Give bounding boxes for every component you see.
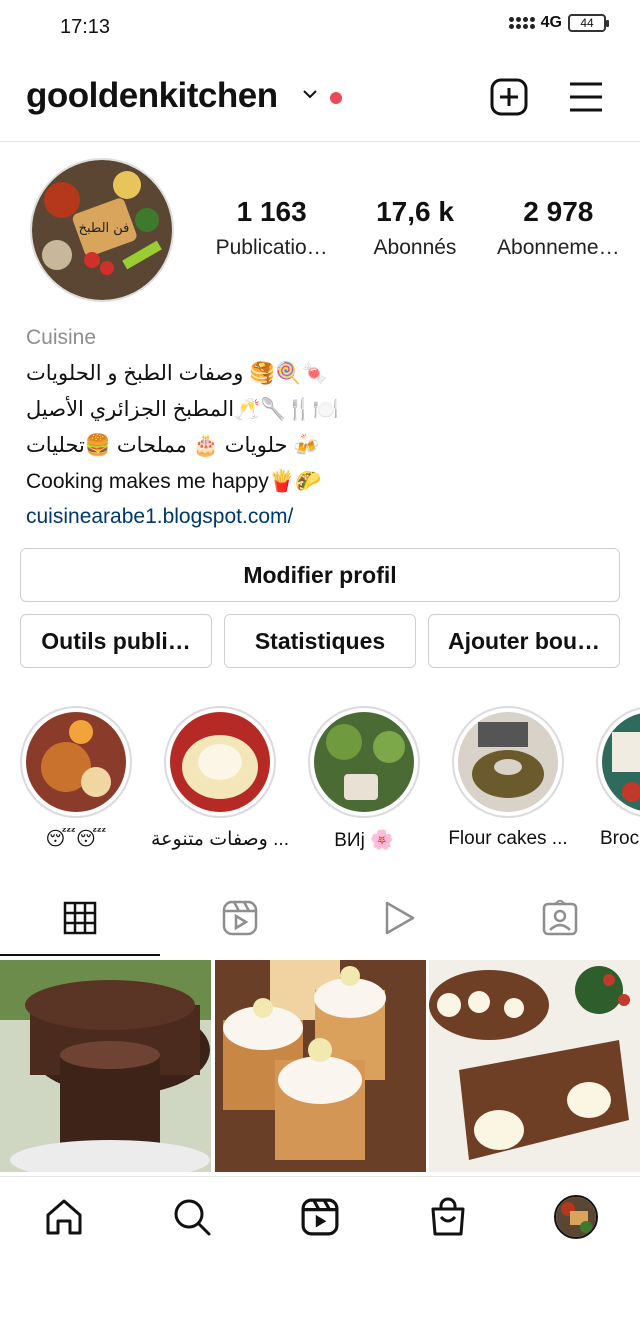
stat-label: Abonneme… <box>497 236 620 259</box>
highlight-item[interactable]: Flour cakes ... <box>448 706 568 850</box>
highlight-ring <box>452 706 564 818</box>
tab-tagged[interactable] <box>480 880 640 956</box>
bio-link[interactable]: cuisinearabe1.blogspot.com/ <box>26 500 626 534</box>
highlight-label: وصفات متنوعة ... <box>151 829 289 850</box>
highlight-ring <box>20 706 132 818</box>
stat-following[interactable]: 2 978 Abonneme… <box>487 196 630 260</box>
stat-value: 2 978 <box>523 196 594 227</box>
highlight-cover <box>314 712 414 812</box>
home-icon <box>46 1199 82 1235</box>
username[interactable]: gooldenkitchen <box>26 76 278 116</box>
status-time: 17:13 <box>60 16 111 38</box>
post-thumbnail[interactable] <box>429 960 640 1172</box>
highlight-item[interactable]: BИj 🌸 <box>308 706 420 852</box>
chevron-down-icon[interactable] <box>300 84 320 104</box>
highlight-item[interactable]: Broc <box>596 706 640 850</box>
network-label: 4G <box>540 14 562 31</box>
grid-icon <box>63 901 97 935</box>
post-image <box>429 960 640 1172</box>
nav-reels[interactable] <box>298 1195 342 1239</box>
bio-category: Cuisine <box>26 326 97 349</box>
bio-line: 🍽️🍴🥄🥂المطبخ الجزائري الأصيل <box>26 398 339 421</box>
post-grid <box>0 960 640 1172</box>
post-image <box>0 960 211 1172</box>
new-post-icon[interactable] <box>490 78 528 116</box>
stat-followers[interactable]: 17,6 k Abonnés <box>343 196 486 260</box>
nav-search[interactable] <box>170 1195 214 1239</box>
profile-stats: 1 163 Publicatio… 17,6 k Abonnés 2 978 A… <box>200 196 630 260</box>
search-icon <box>174 1199 211 1236</box>
profile-avatar <box>554 1195 598 1239</box>
profile-bio: Cuisine 🍬🍭🥞 وصفات الطبخ و الحلويات 🍽️🍴🥄🥂… <box>26 326 626 534</box>
tab-grid[interactable] <box>0 880 160 956</box>
reels-icon <box>222 900 258 936</box>
bio-line: 🍻 حلويات 🎂 مملحات 🍔تحليات <box>26 434 320 457</box>
stat-label: Publicatio… <box>215 236 328 259</box>
highlight-label: 😴😴 <box>45 829 107 850</box>
post-image <box>215 960 426 1172</box>
highlight-cover <box>26 712 126 812</box>
video-icon <box>385 901 415 935</box>
stat-posts[interactable]: 1 163 Publicatio… <box>200 196 343 260</box>
profile-header: gooldenkitchen <box>0 62 640 142</box>
tab-reels[interactable] <box>160 880 320 956</box>
signal-icon <box>508 17 535 29</box>
highlight-item[interactable]: وصفات متنوعة ... <box>151 706 289 851</box>
professional-tools-button[interactable]: Outils publi… <box>20 614 212 668</box>
bottom-navigation <box>0 1176 640 1260</box>
status-bar: 17:13 4G 44 <box>0 0 640 56</box>
edit-profile-button[interactable]: Modifier profil <box>20 548 620 602</box>
highlight-label: Broc <box>600 828 640 849</box>
nav-profile[interactable] <box>554 1195 598 1239</box>
battery-icon: 44 <box>568 14 609 32</box>
bio-line: 🍬🍭🥞 وصفات الطبخ و الحلويات <box>26 362 328 385</box>
status-indicators: 4G 44 <box>508 14 609 32</box>
highlight-ring <box>164 706 276 818</box>
profile-avatar[interactable]: فن الطبخ <box>30 158 174 302</box>
shop-icon <box>431 1197 465 1236</box>
bio-line: Cooking makes me happy🍟🌮 <box>26 470 322 493</box>
nav-shop[interactable] <box>426 1195 470 1239</box>
notification-dot <box>330 92 342 104</box>
highlight-cover <box>602 712 640 812</box>
tagged-icon <box>542 900 578 936</box>
add-button[interactable]: Ajouter bou… <box>428 614 620 668</box>
highlight-label: BИj 🌸 <box>334 830 394 851</box>
stat-label: Abonnés <box>373 236 457 259</box>
story-highlights: 😴😴 وصفات متنوعة ... BИj 🌸 Flour cakes ..… <box>0 706 640 866</box>
reels-icon <box>301 1198 339 1236</box>
avatar-text: فن الطبخ <box>79 221 130 236</box>
nav-home[interactable] <box>42 1195 86 1239</box>
avatar-image: فن الطبخ <box>32 160 172 300</box>
stat-value: 1 163 <box>236 196 307 227</box>
post-thumbnail[interactable] <box>215 960 426 1172</box>
stat-value: 17,6 k <box>376 196 454 227</box>
insights-button[interactable]: Statistiques <box>224 614 416 668</box>
avatar-thumb <box>556 1197 596 1237</box>
menu-icon[interactable] <box>568 80 604 114</box>
tab-videos[interactable] <box>320 880 480 956</box>
highlight-cover <box>458 712 558 812</box>
post-thumbnail[interactable] <box>0 960 211 1172</box>
profile-tabs <box>0 880 640 956</box>
highlight-cover <box>170 712 270 812</box>
highlight-label: Flour cakes ... <box>448 828 568 849</box>
highlight-item[interactable]: 😴😴 <box>20 706 132 851</box>
highlight-ring <box>596 706 640 818</box>
highlight-ring <box>308 706 420 818</box>
